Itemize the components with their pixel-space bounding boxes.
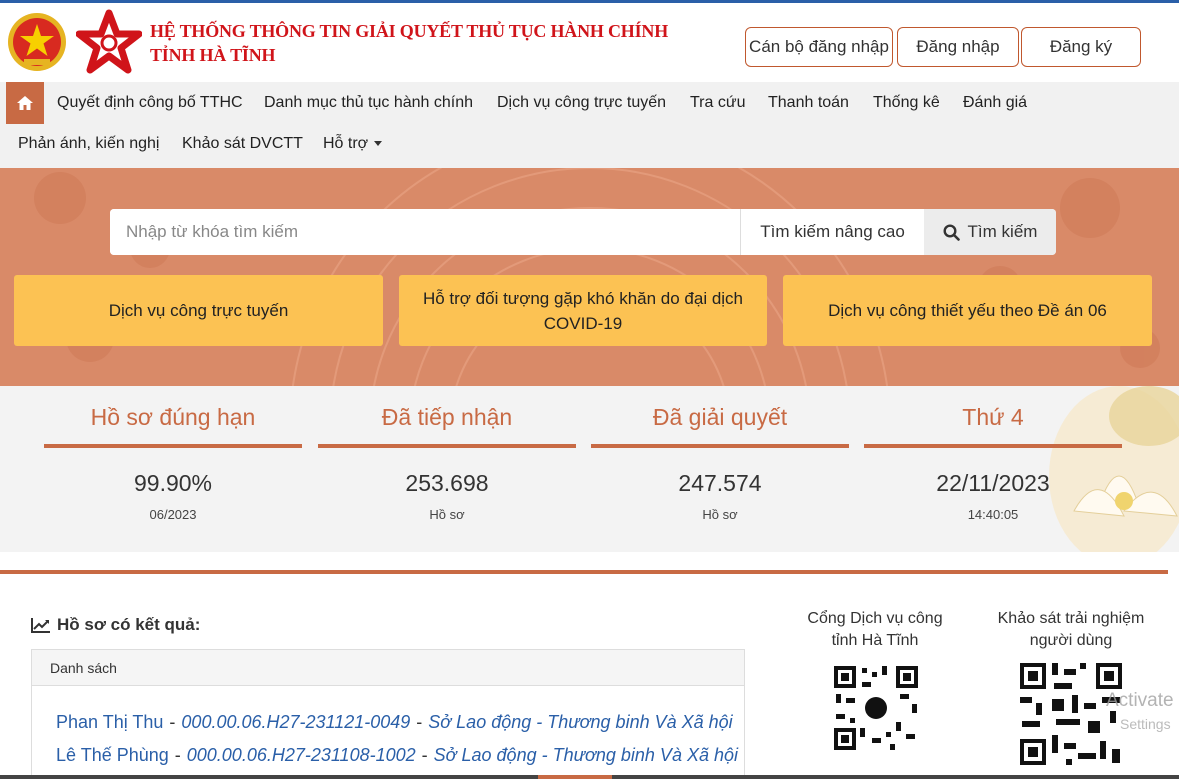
result-agency: Sở Lao động - Thương binh Và Xã hội (428, 712, 733, 732)
separator: - (169, 712, 176, 732)
separator: - (174, 745, 181, 765)
stat-on-time: Hồ sơ đúng hạn 99.90% 06/2023 (44, 386, 302, 522)
government-logo-icon[interactable] (76, 9, 142, 75)
stat-value: 22/11/2023 (936, 470, 1050, 496)
search-bar: Tìm kiếm nâng cao Tìm kiếm (110, 209, 1056, 255)
staff-login-button[interactable]: Cán bộ đăng nhập (745, 27, 893, 67)
site-title-line1: HỆ THỐNG THÔNG TIN GIẢI QUYẾT THỦ TỤC HÀ… (150, 21, 669, 41)
stat-underline (318, 444, 576, 448)
stat-received: Đã tiếp nhận 253.698 Hồ sơ (318, 386, 576, 522)
search-button[interactable]: Tìm kiếm (924, 209, 1056, 255)
nav-item-evaluation[interactable]: Đánh giá (963, 82, 1027, 124)
activation-watermark-line1: Activate Wi (1106, 690, 1179, 711)
advanced-search-button[interactable]: Tìm kiếm nâng cao (740, 209, 924, 255)
stat-value: 247.574 (678, 470, 762, 496)
home-icon (17, 96, 33, 110)
results-panel: Danh sách Phan Thị Thu -000.00.06.H27-231… (31, 649, 745, 779)
stat-resolved: Đã giải quyết 247.574 Hồ sơ (591, 386, 849, 522)
stat-value: 253.698 (405, 470, 489, 496)
nav-item-procedure-catalog[interactable]: Danh mục thủ tục hành chính (264, 82, 473, 124)
stat-sub: 14:40:05 (967, 507, 1019, 522)
results-title: Hồ sơ có kết quả: (31, 615, 200, 635)
separator: - (421, 745, 428, 765)
home-button[interactable] (6, 82, 44, 124)
stat-sub: Hồ sơ (702, 507, 738, 522)
result-agency: Sở Lao động - Thương binh Và Xã hội (433, 745, 738, 765)
nav-item-payment[interactable]: Thanh toán (768, 82, 849, 124)
nav-item-survey[interactable]: Khảo sát DVCTT (182, 123, 303, 165)
search-button-label: Tìm kiếm (967, 222, 1038, 241)
search-icon (943, 223, 960, 241)
result-name: Phan Thị Thu (56, 712, 164, 732)
portal-qr-label: Cổng Dịch vụ công tỉnh Hà Tĩnh (807, 610, 943, 649)
register-button[interactable]: Đăng ký (1021, 27, 1141, 67)
activation-watermark-line2: Settings (1120, 716, 1171, 732)
survey-qr-code-icon[interactable] (1016, 659, 1126, 769)
result-name: Lê Thế Phùng (56, 745, 169, 765)
statistics-section: Hồ sơ đúng hạn 99.90% 06/2023 Đã tiếp nh… (0, 386, 1179, 552)
panel-heading: Danh sách (32, 650, 744, 686)
header: HỆ THỐNG THÔNG TIN GIẢI QUYẾT THỦ TỤC HÀ… (0, 0, 1179, 82)
stat-title: Hồ sơ đúng hạn (90, 404, 256, 430)
survey-qr-label: Khảo sát trải nghiệm người dùng (997, 610, 1145, 649)
site-title-line2: TỈNH HÀ TĨNH (150, 45, 276, 65)
stat-title: Thứ 4 (962, 404, 1024, 430)
separator: - (416, 712, 423, 732)
card-essential-services[interactable]: Dịch vụ công thiết yếu theo Đề án 06 (783, 275, 1152, 346)
login-button[interactable]: Đăng nhập (897, 27, 1019, 67)
stat-sub: Hồ sơ (429, 507, 465, 522)
national-emblem-icon[interactable] (6, 11, 68, 73)
results-title-label: Hồ sơ có kết quả: (57, 615, 201, 634)
stat-value: 99.90% (133, 470, 212, 496)
caret-down-icon (374, 141, 383, 147)
line-chart-icon (31, 618, 50, 633)
hero-banner: Tìm kiếm nâng cao Tìm kiếm Dịch vụ công … (0, 168, 1179, 386)
result-code: 000.00.06.H27-231121-0049 (181, 712, 411, 732)
list-item[interactable]: Phan Thị Thu -000.00.06.H27-231121-0049- S… (56, 712, 733, 733)
nav-item-support[interactable]: Hỗ trợ (323, 123, 383, 165)
stat-sub: 06/2023 (149, 507, 197, 522)
bottom-bar-accent (538, 775, 612, 779)
card-online-services[interactable]: Dịch vụ công trực tuyến (14, 275, 383, 346)
main-nav: Quyết định công bố TTHC Danh mục thủ tục… (0, 82, 1179, 168)
nav-item-tthc-decision[interactable]: Quyết định công bố TTHC (57, 82, 243, 124)
bottom-bar (0, 775, 1179, 779)
nav-item-online-services[interactable]: Dịch vụ công trực tuyến (497, 82, 666, 124)
portal-qr-code-icon[interactable] (830, 662, 922, 754)
stat-underline (44, 444, 302, 448)
section-divider (0, 570, 1168, 574)
nav-item-lookup[interactable]: Tra cứu (690, 82, 745, 124)
list-item[interactable]: Lê Thế Phùng -000.00.06.H27-231108-1002- S… (56, 745, 738, 766)
result-code: 000.00.06.H27-231108-1002 (186, 745, 416, 765)
search-input[interactable] (110, 209, 740, 255)
site-title: HỆ THỐNG THÔNG TIN GIẢI QUYẾT THỦ TỤC HÀ… (150, 19, 668, 67)
stat-title: Đã giải quyết (652, 404, 788, 430)
stat-underline (864, 444, 1122, 448)
stat-date: Thứ 4 22/11/2023 14:40:05 (864, 386, 1122, 522)
card-covid-support[interactable]: Hỗ trợ đối tượng gặp khó khăn do đại dịc… (399, 275, 767, 346)
nav-item-statistics[interactable]: Thống kê (873, 82, 940, 124)
nav-item-feedback[interactable]: Phản ánh, kiến nghị (18, 123, 159, 165)
stat-title: Đã tiếp nhận (381, 404, 513, 430)
nav-item-support-label: Hỗ trợ (323, 135, 369, 152)
stat-underline (591, 444, 849, 448)
